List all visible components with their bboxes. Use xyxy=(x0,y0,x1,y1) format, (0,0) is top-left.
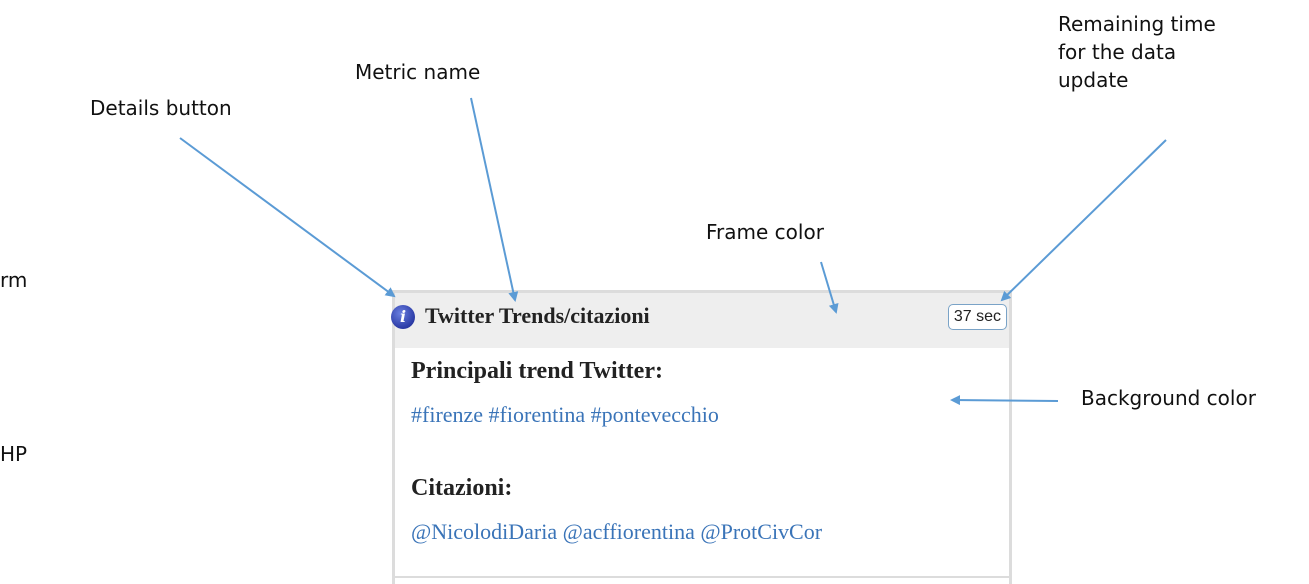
remaining-arrow xyxy=(1000,139,1167,302)
twitter-trends-widget: i Twitter Trends/citazioni 37 sec Princi… xyxy=(391,290,1012,584)
metric-arrow xyxy=(470,97,519,302)
cropped-text-fragment: rm xyxy=(0,268,28,292)
widget-header: i Twitter Trends/citazioni 37 sec xyxy=(391,293,1009,348)
citations-mentions[interactable]: @NicolodiDaria @acffiorentina @ProtCivCo… xyxy=(411,519,822,545)
details-arrow xyxy=(179,137,396,298)
trends-hashtags[interactable]: #firenze #fiorentina #pontevecchio xyxy=(411,402,719,428)
trends-title: Principali trend Twitter: xyxy=(411,358,663,384)
remaining-time-annotation: Remaining time for the data update xyxy=(1058,12,1216,92)
divider xyxy=(395,576,1009,578)
metric-name-annotation: Metric name xyxy=(355,60,481,84)
widget-body: Principali trend Twitter: #firenze #fior… xyxy=(395,348,1009,584)
citations-title: Citazioni: xyxy=(411,475,513,501)
cropped-text-fragment: HP xyxy=(0,442,28,466)
frame-color-annotation: Frame color xyxy=(706,220,824,244)
details-button-annotation: Details button xyxy=(90,96,232,120)
metric-name: Twitter Trends/citazioni xyxy=(425,303,650,328)
info-icon[interactable]: i xyxy=(391,305,415,329)
background-color-annotation: Background color xyxy=(1081,386,1256,410)
countdown-badge: 37 sec xyxy=(947,304,1007,330)
